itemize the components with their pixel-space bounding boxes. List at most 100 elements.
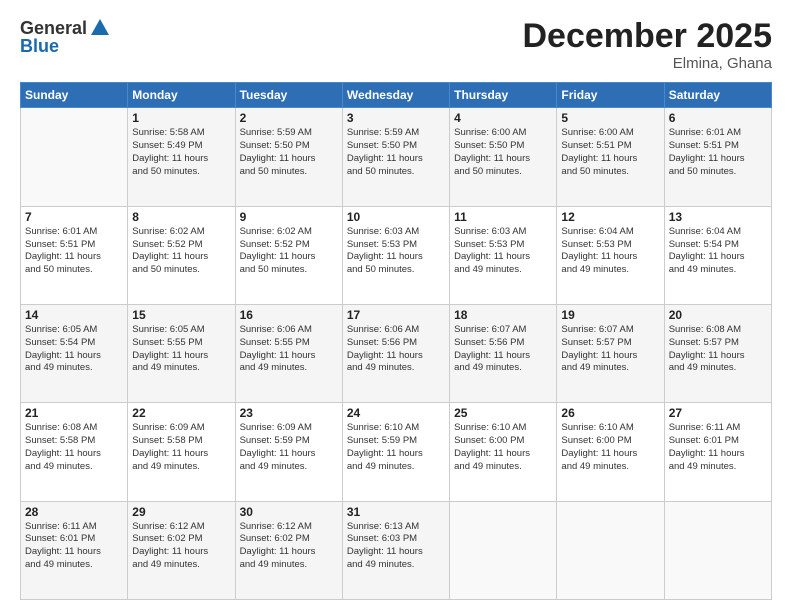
day-number: 23 bbox=[240, 406, 338, 420]
calendar-cell: 20 Sunrise: 6:08 AM Sunset: 5:57 PM Dayli… bbox=[664, 305, 771, 403]
day-number: 25 bbox=[454, 406, 552, 420]
calendar-cell: 27 Sunrise: 6:11 AM Sunset: 6:01 PM Dayli… bbox=[664, 403, 771, 501]
logo-icon bbox=[89, 17, 111, 39]
calendar-cell: 1Sunrise: 5:58 AM Sunset: 5:49 PM Daylig… bbox=[128, 108, 235, 206]
calendar-header-tuesday: Tuesday bbox=[235, 83, 342, 108]
day-info: Sunrise: 6:02 AM Sunset: 5:52 PM Dayligh… bbox=[240, 226, 338, 277]
day-info: Sunrise: 6:06 AM Sunset: 5:55 PM Dayligh… bbox=[240, 324, 338, 375]
day-info: Sunrise: 6:07 AM Sunset: 5:56 PM Dayligh… bbox=[454, 324, 552, 375]
day-number: 18 bbox=[454, 308, 552, 322]
day-info: Sunrise: 5:59 AM Sunset: 5:50 PM Dayligh… bbox=[240, 127, 338, 178]
calendar-header-saturday: Saturday bbox=[664, 83, 771, 108]
day-number: 20 bbox=[669, 308, 767, 322]
day-info: Sunrise: 6:13 AM Sunset: 6:03 PM Dayligh… bbox=[347, 521, 445, 572]
logo: General Blue bbox=[20, 18, 111, 57]
day-info: Sunrise: 6:05 AM Sunset: 5:55 PM Dayligh… bbox=[132, 324, 230, 375]
day-number: 24 bbox=[347, 406, 445, 420]
day-number: 9 bbox=[240, 210, 338, 224]
day-number: 31 bbox=[347, 505, 445, 519]
day-number: 26 bbox=[561, 406, 659, 420]
calendar-cell: 17Sunrise: 6:06 AM Sunset: 5:56 PM Dayli… bbox=[342, 305, 449, 403]
day-info: Sunrise: 6:08 AM Sunset: 5:58 PM Dayligh… bbox=[25, 422, 123, 473]
calendar-header-sunday: Sunday bbox=[21, 83, 128, 108]
calendar-cell: 16 Sunrise: 6:06 AM Sunset: 5:55 PM Dayli… bbox=[235, 305, 342, 403]
calendar-cell: 30Sunrise: 6:12 AM Sunset: 6:02 PM Dayli… bbox=[235, 501, 342, 599]
day-number: 12 bbox=[561, 210, 659, 224]
calendar-header-thursday: Thursday bbox=[450, 83, 557, 108]
day-number: 27 bbox=[669, 406, 767, 420]
day-number: 5 bbox=[561, 111, 659, 125]
calendar-table: SundayMondayTuesdayWednesdayThursdayFrid… bbox=[20, 82, 772, 600]
day-info: Sunrise: 5:59 AM Sunset: 5:50 PM Dayligh… bbox=[347, 127, 445, 178]
title-block: December 2025 Elmina, Ghana bbox=[522, 18, 772, 72]
day-number: 3 bbox=[347, 111, 445, 125]
calendar-cell: 13Sunrise: 6:04 AM Sunset: 5:54 PM Dayli… bbox=[664, 206, 771, 304]
day-info: Sunrise: 6:09 AM Sunset: 5:59 PM Dayligh… bbox=[240, 422, 338, 473]
calendar-cell: 2 Sunrise: 5:59 AM Sunset: 5:50 PM Daylig… bbox=[235, 108, 342, 206]
calendar-cell bbox=[21, 108, 128, 206]
day-info: Sunrise: 6:09 AM Sunset: 5:58 PM Dayligh… bbox=[132, 422, 230, 473]
month-title: December 2025 bbox=[522, 18, 772, 55]
calendar-cell: 6 Sunrise: 6:01 AM Sunset: 5:51 PM Daylig… bbox=[664, 108, 771, 206]
day-info: Sunrise: 6:02 AM Sunset: 5:52 PM Dayligh… bbox=[132, 226, 230, 277]
page: General Blue December 2025 Elmina, Ghana… bbox=[0, 0, 792, 612]
day-info: Sunrise: 6:03 AM Sunset: 5:53 PM Dayligh… bbox=[347, 226, 445, 277]
calendar-cell: 9 Sunrise: 6:02 AM Sunset: 5:52 PM Daylig… bbox=[235, 206, 342, 304]
calendar-week-row: 7 Sunrise: 6:01 AM Sunset: 5:51 PM Daylig… bbox=[21, 206, 772, 304]
calendar-cell bbox=[450, 501, 557, 599]
day-number: 6 bbox=[669, 111, 767, 125]
day-number: 21 bbox=[25, 406, 123, 420]
day-number: 2 bbox=[240, 111, 338, 125]
calendar-cell: 18 Sunrise: 6:07 AM Sunset: 5:56 PM Dayli… bbox=[450, 305, 557, 403]
day-info: Sunrise: 6:03 AM Sunset: 5:53 PM Dayligh… bbox=[454, 226, 552, 277]
day-number: 13 bbox=[669, 210, 767, 224]
day-number: 30 bbox=[240, 505, 338, 519]
calendar-cell: 11Sunrise: 6:03 AM Sunset: 5:53 PM Dayli… bbox=[450, 206, 557, 304]
day-info: Sunrise: 6:01 AM Sunset: 5:51 PM Dayligh… bbox=[25, 226, 123, 277]
calendar-cell: 3 Sunrise: 5:59 AM Sunset: 5:50 PM Daylig… bbox=[342, 108, 449, 206]
calendar-cell: 19Sunrise: 6:07 AM Sunset: 5:57 PM Dayli… bbox=[557, 305, 664, 403]
day-info: Sunrise: 6:10 AM Sunset: 6:00 PM Dayligh… bbox=[561, 422, 659, 473]
day-info: Sunrise: 6:01 AM Sunset: 5:51 PM Dayligh… bbox=[669, 127, 767, 178]
day-number: 10 bbox=[347, 210, 445, 224]
calendar-cell bbox=[557, 501, 664, 599]
day-number: 15 bbox=[132, 308, 230, 322]
header: General Blue December 2025 Elmina, Ghana bbox=[20, 18, 772, 72]
calendar-cell: 25Sunrise: 6:10 AM Sunset: 6:00 PM Dayli… bbox=[450, 403, 557, 501]
day-info: Sunrise: 6:12 AM Sunset: 6:02 PM Dayligh… bbox=[132, 521, 230, 572]
calendar-cell: 23 Sunrise: 6:09 AM Sunset: 5:59 PM Dayli… bbox=[235, 403, 342, 501]
day-info: Sunrise: 6:10 AM Sunset: 5:59 PM Dayligh… bbox=[347, 422, 445, 473]
day-number: 7 bbox=[25, 210, 123, 224]
calendar-cell: 10 Sunrise: 6:03 AM Sunset: 5:53 PM Dayli… bbox=[342, 206, 449, 304]
day-number: 8 bbox=[132, 210, 230, 224]
calendar-cell: 22Sunrise: 6:09 AM Sunset: 5:58 PM Dayli… bbox=[128, 403, 235, 501]
calendar-cell: 4Sunrise: 6:00 AM Sunset: 5:50 PM Daylig… bbox=[450, 108, 557, 206]
calendar-header-friday: Friday bbox=[557, 83, 664, 108]
day-info: Sunrise: 6:06 AM Sunset: 5:56 PM Dayligh… bbox=[347, 324, 445, 375]
day-number: 16 bbox=[240, 308, 338, 322]
calendar-week-row: 28 Sunrise: 6:11 AM Sunset: 6:01 PM Dayli… bbox=[21, 501, 772, 599]
location: Elmina, Ghana bbox=[522, 55, 772, 72]
day-info: Sunrise: 6:05 AM Sunset: 5:54 PM Dayligh… bbox=[25, 324, 123, 375]
calendar-week-row: 14 Sunrise: 6:05 AM Sunset: 5:54 PM Dayli… bbox=[21, 305, 772, 403]
calendar-header-monday: Monday bbox=[128, 83, 235, 108]
day-info: Sunrise: 6:08 AM Sunset: 5:57 PM Dayligh… bbox=[669, 324, 767, 375]
calendar-header-wednesday: Wednesday bbox=[342, 83, 449, 108]
calendar-week-row: 21 Sunrise: 6:08 AM Sunset: 5:58 PM Dayli… bbox=[21, 403, 772, 501]
logo-blue-text: Blue bbox=[20, 36, 111, 57]
day-info: Sunrise: 6:00 AM Sunset: 5:50 PM Dayligh… bbox=[454, 127, 552, 178]
day-number: 1 bbox=[132, 111, 230, 125]
calendar-cell: 7 Sunrise: 6:01 AM Sunset: 5:51 PM Daylig… bbox=[21, 206, 128, 304]
day-number: 29 bbox=[132, 505, 230, 519]
calendar-cell: 12Sunrise: 6:04 AM Sunset: 5:53 PM Dayli… bbox=[557, 206, 664, 304]
day-number: 28 bbox=[25, 505, 123, 519]
day-info: Sunrise: 6:00 AM Sunset: 5:51 PM Dayligh… bbox=[561, 127, 659, 178]
calendar-cell bbox=[664, 501, 771, 599]
day-number: 14 bbox=[25, 308, 123, 322]
calendar-cell: 8 Sunrise: 6:02 AM Sunset: 5:52 PM Daylig… bbox=[128, 206, 235, 304]
calendar-cell: 14 Sunrise: 6:05 AM Sunset: 5:54 PM Dayli… bbox=[21, 305, 128, 403]
calendar-cell: 5 Sunrise: 6:00 AM Sunset: 5:51 PM Daylig… bbox=[557, 108, 664, 206]
day-info: Sunrise: 6:11 AM Sunset: 6:01 PM Dayligh… bbox=[25, 521, 123, 572]
day-info: Sunrise: 6:11 AM Sunset: 6:01 PM Dayligh… bbox=[669, 422, 767, 473]
calendar-cell: 28 Sunrise: 6:11 AM Sunset: 6:01 PM Dayli… bbox=[21, 501, 128, 599]
